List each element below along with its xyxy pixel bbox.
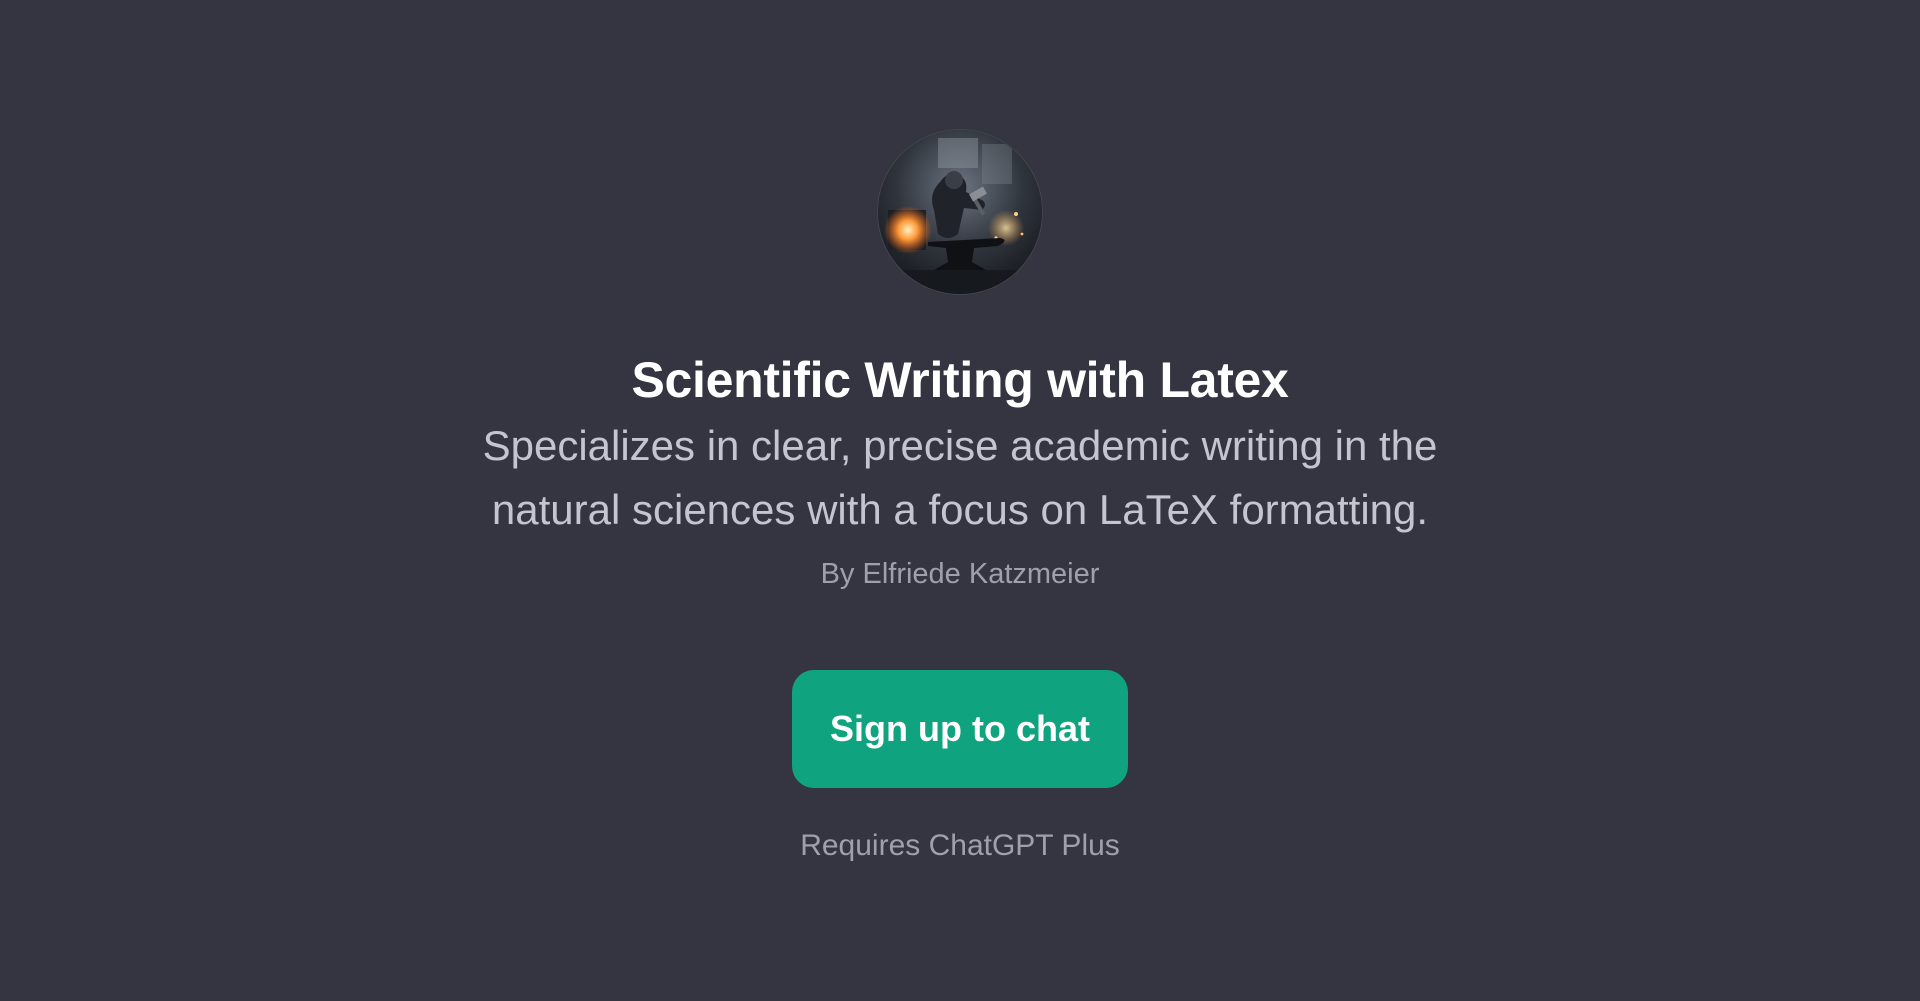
gpt-landing-page: Scientific Writing with Latex Specialize… [0, 0, 1920, 1001]
sign-up-to-chat-button[interactable]: Sign up to chat [792, 670, 1128, 788]
blacksmith-avatar-icon [878, 130, 1042, 294]
gpt-description: Specializes in clear, precise academic w… [482, 422, 1438, 533]
gpt-title: Scientific Writing with Latex [631, 352, 1289, 408]
gpt-avatar [878, 130, 1042, 294]
requires-plus-note: Requires ChatGPT Plus [800, 829, 1120, 862]
gpt-profile: Scientific Writing with Latex Specialize… [0, 0, 1920, 866]
gpt-author: By Elfriede Katzmeier [820, 558, 1100, 590]
